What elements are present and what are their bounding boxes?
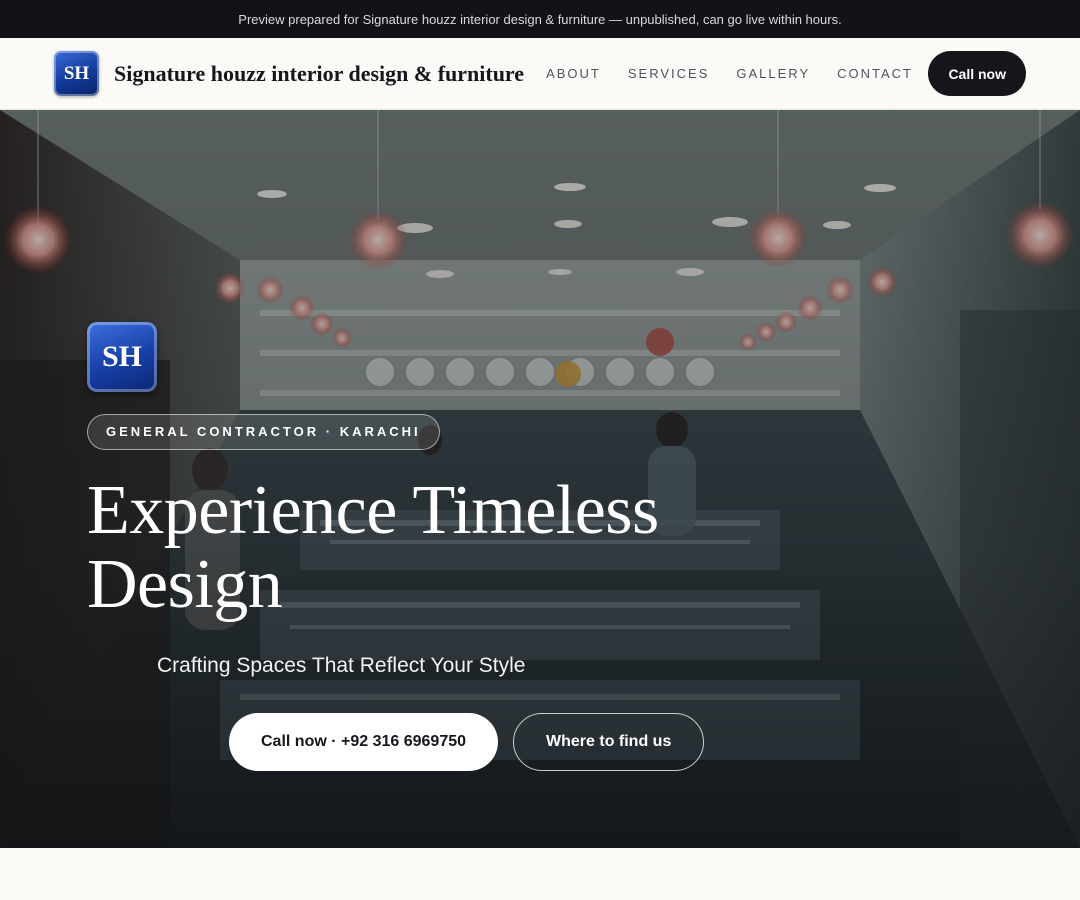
- hero-subline: Crafting Spaces That Reflect Your Style: [157, 654, 526, 677]
- find-us-button[interactable]: Where to find us: [513, 713, 705, 771]
- nav-link-services[interactable]: SERVICES: [628, 66, 710, 81]
- brand-name[interactable]: Signature houzz interior design & furnit…: [114, 61, 524, 87]
- nav-link-gallery[interactable]: GALLERY: [736, 66, 810, 81]
- nav-link-about[interactable]: ABOUT: [546, 66, 601, 81]
- hero-section: SH GENERAL CONTRACTOR · KARACHI Experien…: [0, 110, 1080, 848]
- nav-links: ABOUT SERVICES GALLERY CONTACT: [546, 66, 913, 81]
- hero-cta-group: Call now · +92 316 6969750 Where to find…: [229, 713, 705, 771]
- top-nav: SH Signature houzz interior design & fur…: [0, 38, 1080, 110]
- monogram-logo-large-icon: SH: [87, 322, 157, 392]
- category-tag: GENERAL CONTRACTOR · KARACHI: [87, 414, 440, 450]
- nav-link-contact[interactable]: CONTACT: [837, 66, 913, 81]
- hero-content: SH GENERAL CONTRACTOR · KARACHI Experien…: [87, 322, 787, 678]
- preview-banner: Preview prepared for Signature houzz int…: [0, 0, 1080, 38]
- hero-headline: Experience Timeless Design: [87, 472, 659, 623]
- preview-banner-text: Preview prepared for Signature houzz int…: [238, 11, 842, 27]
- page-below-hero: [0, 848, 1080, 900]
- monogram-logo-icon[interactable]: SH: [54, 51, 99, 96]
- brand[interactable]: SH Signature houzz interior design & fur…: [54, 51, 524, 96]
- call-now-button[interactable]: Call now: [928, 51, 1026, 96]
- call-phone-button[interactable]: Call now · +92 316 6969750: [229, 713, 499, 771]
